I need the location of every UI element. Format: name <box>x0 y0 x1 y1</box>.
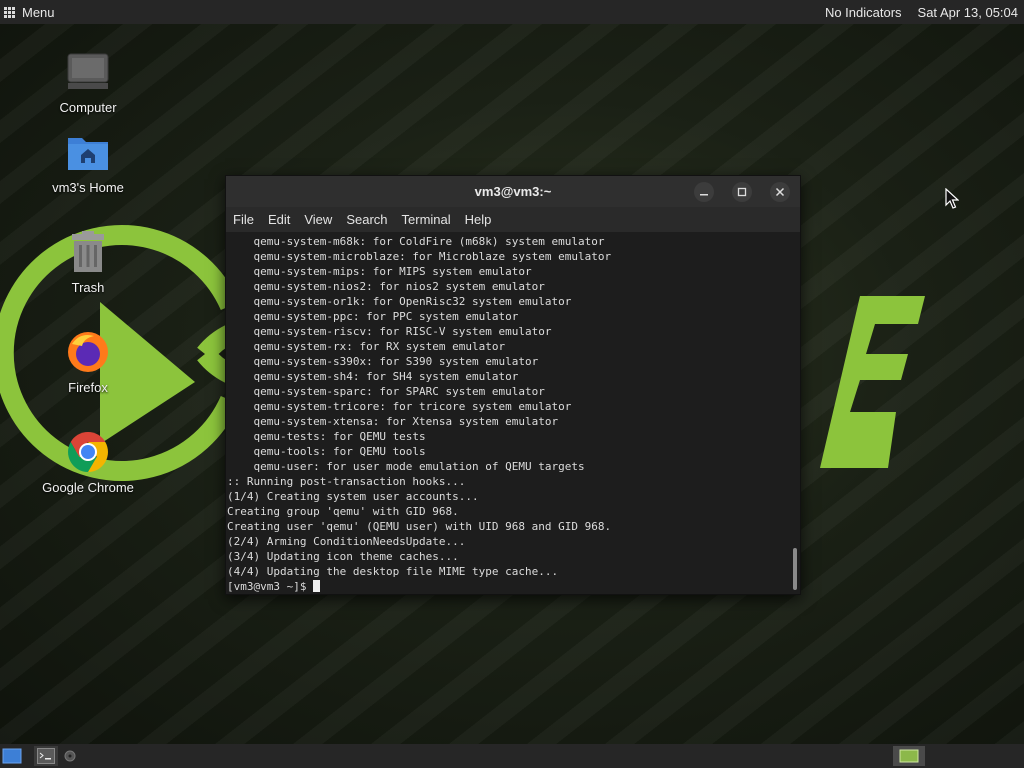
terminal-prompt-line[interactable]: [vm3@vm3 ~]$ <box>227 579 800 594</box>
terminal-line: qemu-tools: for QEMU tools <box>227 445 426 458</box>
menu-label: Menu <box>22 4 55 20</box>
disc-icon <box>64 750 76 762</box>
terminal-line: qemu-system-xtensa: for Xtensa system em… <box>227 415 559 428</box>
shell-prompt: [vm3@vm3 ~]$ <box>227 580 314 593</box>
desktop-icon-firefox[interactable]: Firefox <box>28 328 148 395</box>
minimize-button[interactable] <box>694 182 714 202</box>
text-cursor <box>313 580 321 592</box>
window-title: vm3@vm3:~ <box>474 184 552 199</box>
terminal-line: :: Running post-transaction hooks... <box>227 475 466 488</box>
window-titlebar[interactable]: vm3@vm3:~ <box>226 176 800 207</box>
computer-icon <box>64 48 112 96</box>
menu-search[interactable]: Search <box>339 212 394 227</box>
taskbar-app-button[interactable] <box>62 746 78 766</box>
close-button[interactable] <box>770 182 790 202</box>
chrome-icon <box>64 428 112 476</box>
workspace-icon <box>899 749 919 763</box>
mouse-pointer-icon <box>945 188 959 209</box>
terminal-line: qemu-tests: for QEMU tests <box>227 430 426 443</box>
desktop-icon-label: Firefox <box>68 380 108 395</box>
terminal-line: qemu-system-riscv: for RISC-V system emu… <box>227 325 552 338</box>
terminal-line: qemu-user: for user mode emulation of QE… <box>227 460 585 473</box>
scrollbar[interactable] <box>793 548 797 590</box>
terminal-line: qemu-system-ppc: for PPC system emulator <box>227 310 519 323</box>
desktop-icon-chrome[interactable]: Google Chrome <box>28 428 148 495</box>
menu-edit[interactable]: Edit <box>261 212 297 227</box>
terminal-line: Creating user 'qemu' (QEMU user) with UI… <box>227 520 612 533</box>
maximize-icon <box>737 187 747 197</box>
terminal-line: (4/4) Updating the desktop file MIME typ… <box>227 565 559 578</box>
indicators-applet[interactable]: No Indicators <box>825 5 902 20</box>
terminal-output[interactable]: qemu-system-m68k: for ColdFire (m68k) sy… <box>226 232 800 594</box>
terminal-window[interactable]: vm3@vm3:~ File Edit View Search Terminal… <box>225 175 801 595</box>
terminal-line: Creating group 'qemu' with GID 968. <box>227 505 459 518</box>
desktop-icon-label: vm3's Home <box>52 180 124 195</box>
menu-terminal[interactable]: Terminal <box>395 212 458 227</box>
top-panel: Menu No Indicators Sat Apr 13, 05:04 <box>0 0 1024 24</box>
maximize-button[interactable] <box>732 182 752 202</box>
trash-icon <box>64 228 112 276</box>
terminal-line: qemu-system-sparc: for SPARC system emul… <box>227 385 545 398</box>
terminal-line: qemu-system-s390x: for S390 system emula… <box>227 355 539 368</box>
desktop-icon-label: Computer <box>59 100 117 115</box>
terminal-line: (2/4) Arming ConditionNeedsUpdate... <box>227 535 466 548</box>
terminal-line: qemu-system-tricore: for tricore system … <box>227 400 572 413</box>
app-grid-icon <box>4 6 15 18</box>
terminal-line: qemu-system-m68k: for ColdFire (m68k) sy… <box>227 235 605 248</box>
desktop-icon-label: Trash <box>71 280 105 295</box>
desktop-icon-home[interactable]: vm3's Home <box>28 128 148 195</box>
close-icon <box>775 187 785 197</box>
terminal-line: (1/4) Creating system user accounts... <box>227 490 479 503</box>
terminal-line: qemu-system-nios2: for nios2 system emul… <box>227 280 545 293</box>
firefox-icon <box>64 328 112 376</box>
show-desktop-button[interactable] <box>0 746 24 766</box>
clock[interactable]: Sat Apr 13, 05:04 <box>918 5 1018 20</box>
workspace-switcher[interactable] <box>893 746 925 766</box>
menu-file[interactable]: File <box>226 212 261 227</box>
terminal-line: qemu-system-mips: for MIPS system emulat… <box>227 265 532 278</box>
terminal-line: qemu-system-microblaze: for Microblaze s… <box>227 250 612 263</box>
home-folder-icon <box>64 128 112 176</box>
menu-view[interactable]: View <box>297 212 339 227</box>
minimize-icon <box>700 194 708 196</box>
terminal-line: qemu-system-or1k: for OpenRisc32 system … <box>227 295 572 308</box>
terminal-line: (3/4) Updating icon theme caches... <box>227 550 459 563</box>
terminal-line: qemu-system-rx: for RX system emulator <box>227 340 506 353</box>
bottom-panel <box>0 744 1024 768</box>
show-desktop-icon <box>2 748 22 764</box>
desktop-icon-trash[interactable]: Trash <box>28 228 148 295</box>
menu-button[interactable]: Menu <box>0 0 61 24</box>
menu-help[interactable]: Help <box>458 212 499 227</box>
taskbar-terminal-button[interactable] <box>34 746 58 766</box>
terminal-icon <box>37 748 55 764</box>
desktop-icon-computer[interactable]: Computer <box>28 48 148 115</box>
desktop-icon-label: Google Chrome <box>42 480 134 495</box>
terminal-menubar: File Edit View Search Terminal Help <box>226 207 800 232</box>
terminal-line: qemu-system-sh4: for SH4 system emulator <box>227 370 519 383</box>
